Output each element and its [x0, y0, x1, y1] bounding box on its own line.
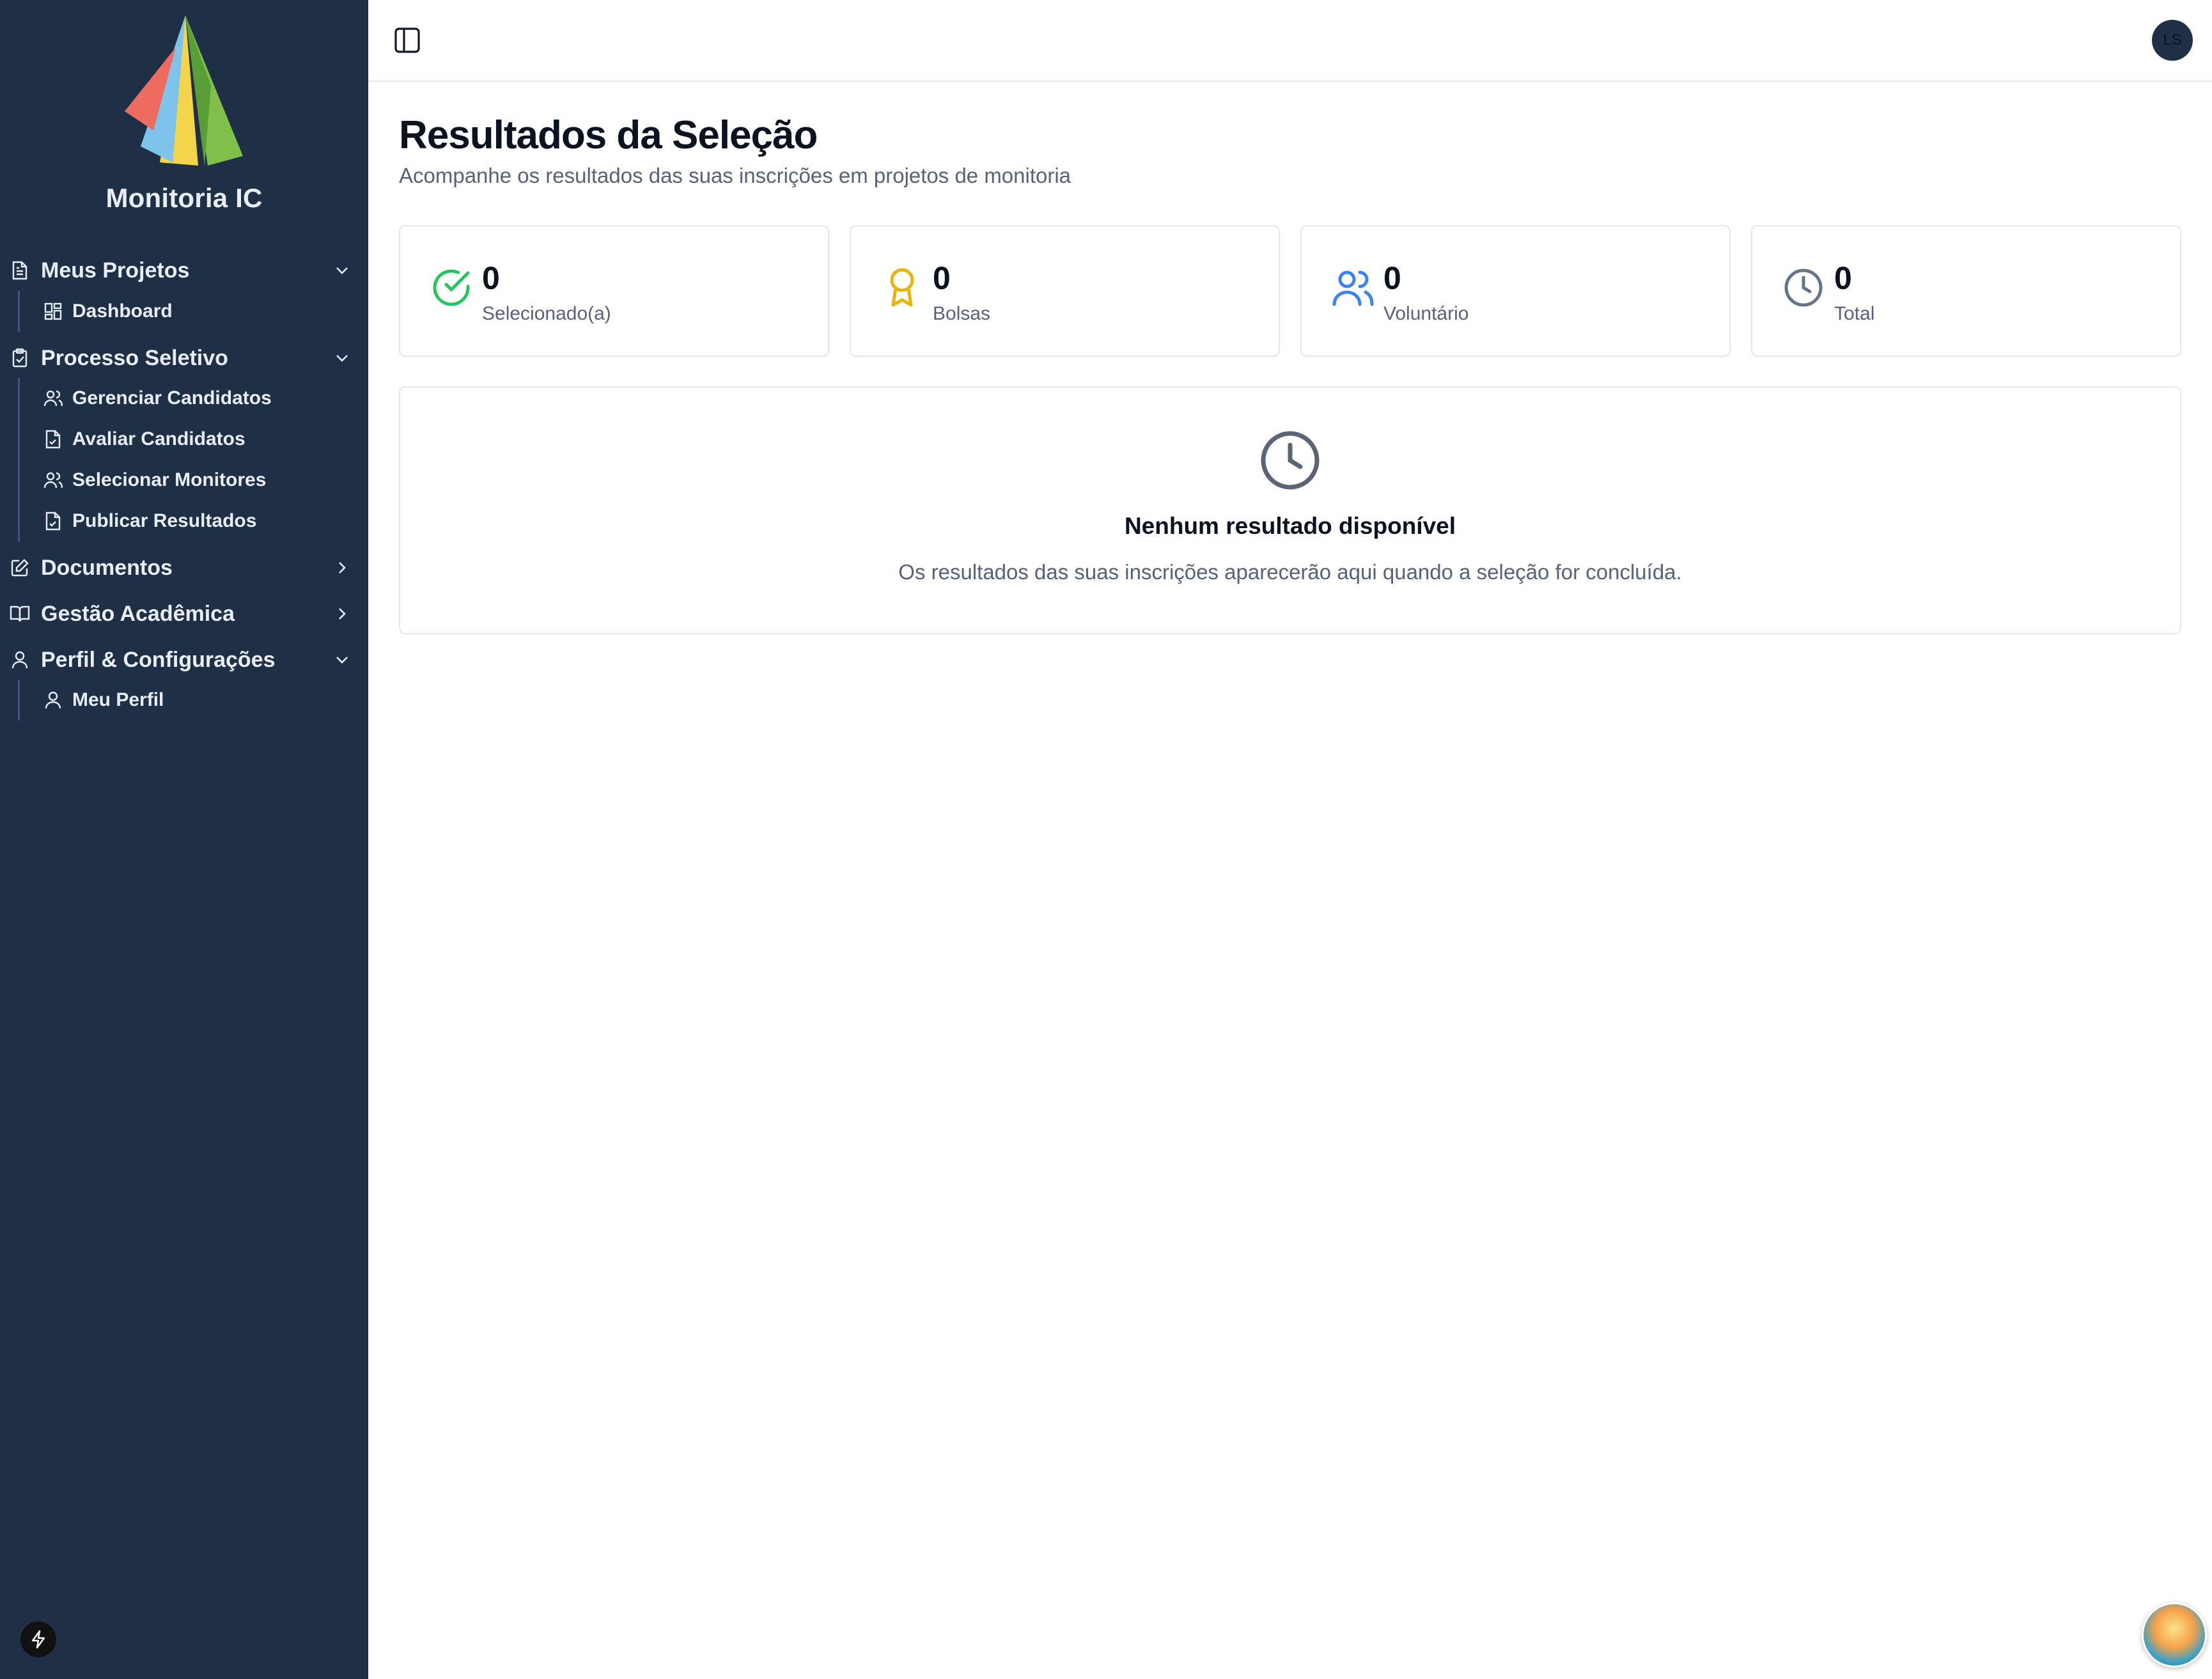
user-icon	[43, 690, 63, 710]
stat-label: Bolsas	[933, 303, 991, 324]
nav-group-label: Gestão Acadêmica	[41, 601, 235, 626]
user-avatar[interactable]: LS	[2152, 20, 2193, 61]
clock-icon	[1261, 431, 1320, 490]
nav-group-meus-projetos[interactable]: Meus Projetos	[9, 251, 359, 290]
book-icon	[9, 603, 31, 625]
app-logo	[125, 15, 243, 166]
chevron-right-icon[interactable]	[332, 604, 352, 623]
check-circle-icon	[428, 265, 474, 311]
page-title: Resultados da Seleção	[399, 113, 818, 157]
nav-group-label: Meus Projetos	[41, 258, 190, 283]
users-icon	[1330, 265, 1376, 311]
nav-group-processo-seletivo[interactable]: Processo Seletivo	[9, 339, 359, 377]
nav-subgroup-perfil: Meu Perfil	[18, 680, 359, 721]
sidebar-toggle-icon[interactable]	[391, 24, 423, 56]
stat-card-selecionado: 0 Selecionado(a)	[399, 225, 829, 357]
users-icon	[43, 388, 63, 409]
main-content: Resultados da Seleção Acompanhe os resul…	[368, 81, 2212, 1679]
stat-card-voluntario: 0 Voluntário	[1300, 225, 1731, 357]
nav-subgroup-meus-projetos: Dashboard	[18, 291, 359, 332]
stat-value: 0	[482, 260, 500, 296]
dashboard-icon	[43, 301, 63, 322]
users-icon	[43, 470, 63, 490]
stat-label: Total	[1834, 303, 1875, 324]
sidebar-item-selecionar-monitores[interactable]: Selecionar Monitores	[20, 460, 359, 501]
file-check-icon	[43, 511, 63, 531]
empty-state-title: Nenhum resultado disponível	[1124, 513, 1456, 539]
empty-state: Nenhum resultado disponível Os resultado…	[399, 386, 2181, 634]
chevron-down-icon[interactable]	[332, 348, 352, 368]
stat-value: 0	[1383, 260, 1401, 296]
edit-document-icon	[9, 557, 31, 579]
award-icon	[879, 265, 925, 311]
sidebar-item-dashboard[interactable]: Dashboard	[20, 291, 359, 332]
sidebar-item-label: Meu Perfil	[72, 689, 164, 710]
sidebar: Monitoria IC Meus Projetos Dashboard Pro…	[0, 0, 368, 1679]
sidebar-item-avaliar-candidatos[interactable]: Avaliar Candidatos	[20, 419, 359, 460]
stat-card-total: 0 Total	[1751, 225, 2181, 357]
user-icon	[9, 649, 31, 671]
sidebar-item-meu-perfil[interactable]: Meu Perfil	[20, 680, 359, 721]
nav-group-documentos[interactable]: Documentos	[9, 549, 359, 587]
sidebar-item-gerenciar-candidatos[interactable]: Gerenciar Candidatos	[20, 378, 359, 419]
stat-label: Selecionado(a)	[482, 303, 611, 324]
sidebar-item-label: Gerenciar Candidatos	[72, 387, 272, 409]
stat-card-bolsas: 0 Bolsas	[850, 225, 1280, 357]
file-check-icon	[43, 429, 63, 449]
sidebar-item-label: Selecionar Monitores	[72, 469, 267, 490]
nav-group-perfil-configuracoes[interactable]: Perfil & Configurações	[9, 641, 359, 679]
nav-group-label: Documentos	[41, 555, 173, 580]
page-subtitle: Acompanhe os resultados das suas inscriç…	[399, 164, 1071, 187]
chevron-down-icon[interactable]	[332, 261, 352, 280]
bolt-icon[interactable]	[20, 1621, 56, 1657]
sidebar-item-label: Dashboard	[72, 301, 173, 322]
nav-group-gestao-academica[interactable]: Gestão Acadêmica	[9, 595, 359, 633]
sidebar-item-label: Avaliar Candidatos	[72, 428, 245, 449]
sidebar-item-publicar-resultados[interactable]: Publicar Resultados	[20, 501, 359, 542]
stat-label: Voluntário	[1383, 303, 1469, 324]
clock-icon	[1780, 265, 1826, 311]
sidebar-item-label: Publicar Resultados	[72, 510, 257, 531]
document-icon	[9, 260, 31, 281]
chevron-down-icon[interactable]	[332, 650, 352, 669]
chevron-right-icon[interactable]	[332, 558, 352, 577]
top-bar: LS	[368, 0, 2212, 82]
stat-value: 0	[1834, 260, 1852, 296]
clipboard-check-icon	[9, 347, 31, 369]
assistant-avatar-button[interactable]	[2142, 1602, 2207, 1667]
nav-group-label: Processo Seletivo	[41, 345, 228, 370]
nav-subgroup-processo-seletivo: Gerenciar Candidatos Avaliar Candidatos …	[18, 378, 359, 542]
stat-value: 0	[933, 260, 951, 296]
stats-cards: 0 Selecionado(a) 0 Bolsas 0 Voluntário 0…	[399, 225, 2181, 357]
empty-state-text: Os resultados das suas inscrições aparec…	[898, 560, 1682, 584]
nav-group-label: Perfil & Configurações	[41, 647, 276, 672]
app-brand: Monitoria IC	[105, 183, 263, 213]
